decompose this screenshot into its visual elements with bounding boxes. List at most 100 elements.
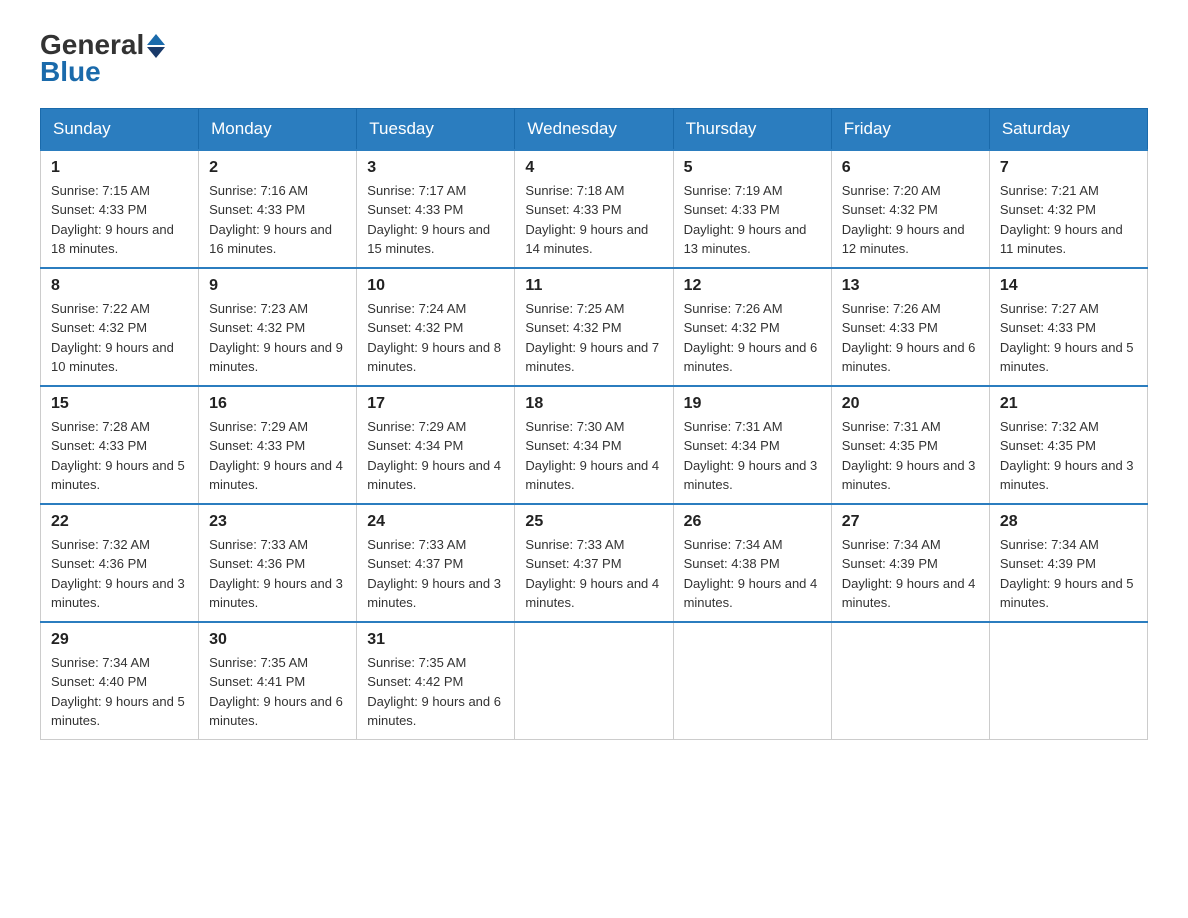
day-header-thursday: Thursday xyxy=(673,108,831,150)
day-number: 13 xyxy=(842,277,979,295)
day-info: Sunrise: 7:26 AMSunset: 4:33 PMDaylight:… xyxy=(842,299,979,377)
day-number: 24 xyxy=(367,513,504,531)
day-info: Sunrise: 7:34 AMSunset: 4:39 PMDaylight:… xyxy=(842,535,979,613)
day-info: Sunrise: 7:20 AMSunset: 4:32 PMDaylight:… xyxy=(842,181,979,259)
day-number: 14 xyxy=(1000,277,1137,295)
day-number: 22 xyxy=(51,513,188,531)
day-cell-23: 23Sunrise: 7:33 AMSunset: 4:36 PMDayligh… xyxy=(199,504,357,622)
day-cell-14: 14 Sunrise: 7:27 AMSunset: 4:33 PMDayligh… xyxy=(989,268,1147,386)
day-number: 25 xyxy=(525,513,662,531)
day-number: 29 xyxy=(51,631,188,649)
day-number: 10 xyxy=(367,277,504,295)
day-cell-1: 1 Sunrise: 7:15 AMSunset: 4:33 PMDaylight… xyxy=(41,150,199,268)
day-info: Sunrise: 7:30 AMSunset: 4:34 PMDaylight:… xyxy=(525,417,662,495)
logo-icon xyxy=(147,34,165,58)
week-row-3: 15Sunrise: 7:28 AMSunset: 4:33 PMDayligh… xyxy=(41,386,1148,504)
week-row-2: 8 Sunrise: 7:22 AMSunset: 4:32 PMDaylight… xyxy=(41,268,1148,386)
logo-blue: Blue xyxy=(40,57,165,88)
day-number: 3 xyxy=(367,159,504,177)
day-header-wednesday: Wednesday xyxy=(515,108,673,150)
day-info: Sunrise: 7:27 AMSunset: 4:33 PMDaylight:… xyxy=(1000,299,1137,377)
day-cell-22: 22Sunrise: 7:32 AMSunset: 4:36 PMDayligh… xyxy=(41,504,199,622)
day-number: 4 xyxy=(525,159,662,177)
day-number: 31 xyxy=(367,631,504,649)
day-info: Sunrise: 7:35 AMSunset: 4:41 PMDaylight:… xyxy=(209,653,346,731)
day-cell-12: 12 Sunrise: 7:26 AMSunset: 4:32 PMDayligh… xyxy=(673,268,831,386)
day-number: 20 xyxy=(842,395,979,413)
day-info: Sunrise: 7:17 AMSunset: 4:33 PMDaylight:… xyxy=(367,181,504,259)
day-cell-31: 31 Sunrise: 7:35 AMSunset: 4:42 PMDayligh… xyxy=(357,622,515,740)
day-number: 7 xyxy=(1000,159,1137,177)
day-number: 21 xyxy=(1000,395,1137,413)
empty-cell xyxy=(515,622,673,740)
day-number: 11 xyxy=(525,277,662,295)
day-info: Sunrise: 7:15 AMSunset: 4:33 PMDaylight:… xyxy=(51,181,188,259)
day-cell-3: 3 Sunrise: 7:17 AMSunset: 4:33 PMDaylight… xyxy=(357,150,515,268)
day-info: Sunrise: 7:23 AMSunset: 4:32 PMDaylight:… xyxy=(209,299,346,377)
day-info: Sunrise: 7:31 AMSunset: 4:34 PMDaylight:… xyxy=(684,417,821,495)
day-cell-26: 26Sunrise: 7:34 AMSunset: 4:38 PMDayligh… xyxy=(673,504,831,622)
calendar-header-row: SundayMondayTuesdayWednesdayThursdayFrid… xyxy=(41,108,1148,150)
day-info: Sunrise: 7:33 AMSunset: 4:37 PMDaylight:… xyxy=(367,535,504,613)
day-info: Sunrise: 7:18 AMSunset: 4:33 PMDaylight:… xyxy=(525,181,662,259)
day-info: Sunrise: 7:34 AMSunset: 4:39 PMDaylight:… xyxy=(1000,535,1137,613)
day-number: 8 xyxy=(51,277,188,295)
day-info: Sunrise: 7:25 AMSunset: 4:32 PMDaylight:… xyxy=(525,299,662,377)
day-cell-30: 30 Sunrise: 7:35 AMSunset: 4:41 PMDayligh… xyxy=(199,622,357,740)
day-info: Sunrise: 7:33 AMSunset: 4:37 PMDaylight:… xyxy=(525,535,662,613)
day-cell-13: 13 Sunrise: 7:26 AMSunset: 4:33 PMDayligh… xyxy=(831,268,989,386)
day-info: Sunrise: 7:33 AMSunset: 4:36 PMDaylight:… xyxy=(209,535,346,613)
day-cell-7: 7Sunrise: 7:21 AMSunset: 4:32 PMDaylight… xyxy=(989,150,1147,268)
week-row-1: 1 Sunrise: 7:15 AMSunset: 4:33 PMDaylight… xyxy=(41,150,1148,268)
day-number: 18 xyxy=(525,395,662,413)
day-number: 16 xyxy=(209,395,346,413)
day-header-friday: Friday xyxy=(831,108,989,150)
day-cell-2: 2 Sunrise: 7:16 AMSunset: 4:33 PMDaylight… xyxy=(199,150,357,268)
day-cell-27: 27Sunrise: 7:34 AMSunset: 4:39 PMDayligh… xyxy=(831,504,989,622)
logo: General Blue xyxy=(40,30,165,88)
day-cell-6: 6 Sunrise: 7:20 AMSunset: 4:32 PMDaylight… xyxy=(831,150,989,268)
day-cell-20: 20 Sunrise: 7:31 AMSunset: 4:35 PMDayligh… xyxy=(831,386,989,504)
day-cell-18: 18 Sunrise: 7:30 AMSunset: 4:34 PMDayligh… xyxy=(515,386,673,504)
day-number: 6 xyxy=(842,159,979,177)
week-row-5: 29 Sunrise: 7:34 AMSunset: 4:40 PMDayligh… xyxy=(41,622,1148,740)
day-cell-4: 4 Sunrise: 7:18 AMSunset: 4:33 PMDaylight… xyxy=(515,150,673,268)
week-row-4: 22Sunrise: 7:32 AMSunset: 4:36 PMDayligh… xyxy=(41,504,1148,622)
day-info: Sunrise: 7:35 AMSunset: 4:42 PMDaylight:… xyxy=(367,653,504,731)
page-header: General Blue xyxy=(40,30,1148,88)
day-number: 30 xyxy=(209,631,346,649)
day-info: Sunrise: 7:24 AMSunset: 4:32 PMDaylight:… xyxy=(367,299,504,377)
day-info: Sunrise: 7:16 AMSunset: 4:33 PMDaylight:… xyxy=(209,181,346,259)
day-number: 12 xyxy=(684,277,821,295)
day-cell-8: 8 Sunrise: 7:22 AMSunset: 4:32 PMDaylight… xyxy=(41,268,199,386)
empty-cell xyxy=(673,622,831,740)
day-number: 1 xyxy=(51,159,188,177)
day-cell-24: 24 Sunrise: 7:33 AMSunset: 4:37 PMDayligh… xyxy=(357,504,515,622)
day-info: Sunrise: 7:22 AMSunset: 4:32 PMDaylight:… xyxy=(51,299,188,377)
day-number: 5 xyxy=(684,159,821,177)
day-header-monday: Monday xyxy=(199,108,357,150)
day-info: Sunrise: 7:32 AMSunset: 4:35 PMDaylight:… xyxy=(1000,417,1137,495)
day-number: 15 xyxy=(51,395,188,413)
day-cell-28: 28 Sunrise: 7:34 AMSunset: 4:39 PMDayligh… xyxy=(989,504,1147,622)
day-number: 26 xyxy=(684,513,821,531)
calendar-table: SundayMondayTuesdayWednesdayThursdayFrid… xyxy=(40,108,1148,740)
day-cell-9: 9 Sunrise: 7:23 AMSunset: 4:32 PMDaylight… xyxy=(199,268,357,386)
day-info: Sunrise: 7:26 AMSunset: 4:32 PMDaylight:… xyxy=(684,299,821,377)
day-info: Sunrise: 7:31 AMSunset: 4:35 PMDaylight:… xyxy=(842,417,979,495)
day-cell-19: 19 Sunrise: 7:31 AMSunset: 4:34 PMDayligh… xyxy=(673,386,831,504)
empty-cell xyxy=(831,622,989,740)
day-cell-25: 25 Sunrise: 7:33 AMSunset: 4:37 PMDayligh… xyxy=(515,504,673,622)
day-info: Sunrise: 7:29 AMSunset: 4:33 PMDaylight:… xyxy=(209,417,346,495)
day-cell-16: 16 Sunrise: 7:29 AMSunset: 4:33 PMDayligh… xyxy=(199,386,357,504)
day-header-saturday: Saturday xyxy=(989,108,1147,150)
day-number: 2 xyxy=(209,159,346,177)
empty-cell xyxy=(989,622,1147,740)
day-number: 28 xyxy=(1000,513,1137,531)
day-cell-29: 29 Sunrise: 7:34 AMSunset: 4:40 PMDayligh… xyxy=(41,622,199,740)
day-number: 9 xyxy=(209,277,346,295)
day-info: Sunrise: 7:29 AMSunset: 4:34 PMDaylight:… xyxy=(367,417,504,495)
day-number: 19 xyxy=(684,395,821,413)
day-cell-21: 21 Sunrise: 7:32 AMSunset: 4:35 PMDayligh… xyxy=(989,386,1147,504)
day-info: Sunrise: 7:34 AMSunset: 4:40 PMDaylight:… xyxy=(51,653,188,731)
